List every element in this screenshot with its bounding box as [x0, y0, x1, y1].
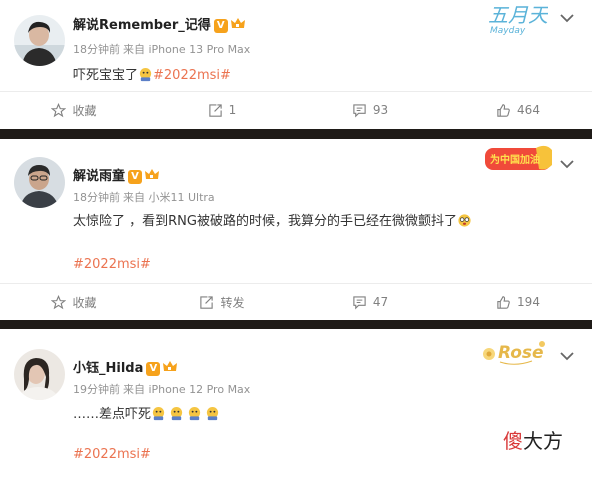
- comment-icon: [353, 295, 366, 309]
- username-text[interactable]: 小钰_Hilda: [73, 361, 143, 376]
- separator: [0, 320, 592, 329]
- like-count: 464: [517, 103, 540, 117]
- post-time[interactable]: 18分钟前: [73, 191, 120, 204]
- chevron-down-icon[interactable]: [560, 13, 574, 23]
- v-verified-icon: V: [128, 170, 143, 184]
- post-2: 解说雨童 V 18分钟前 来自 小米11 Ultra 太惊险了 ，看到RNG被破路的…: [0, 139, 592, 320]
- post-3: 小钰_Hilda V 19分钟前 来自 iPhone 12 Pro Max ……差点…: [0, 329, 592, 477]
- comment-button[interactable]: 93: [296, 92, 444, 128]
- cry-emoji-icon: [152, 406, 165, 421]
- svg-text:五月天: 五月天: [488, 3, 548, 27]
- post-text: ……差点吓死: [73, 403, 220, 422]
- post-source: 来自 iPhone 13 Pro Max: [123, 43, 251, 56]
- post-meta: 18分钟前 来自 小米11 Ultra: [73, 189, 215, 205]
- svg-text:为中国加油: 为中国加油: [490, 153, 540, 166]
- post-time[interactable]: 18分钟前: [73, 43, 120, 56]
- like-count: 194: [517, 295, 540, 309]
- cry-emoji-icon: [206, 406, 219, 421]
- like-icon: [497, 295, 510, 309]
- username-text[interactable]: 解说雨童: [73, 169, 125, 184]
- chevron-down-icon[interactable]: [560, 351, 574, 361]
- v-verified-icon: V: [213, 19, 228, 33]
- watermark-part2: 大方: [523, 429, 563, 453]
- username-text[interactable]: 解说Remember_记得: [73, 18, 211, 33]
- hashtag[interactable]: #2022msi#: [73, 257, 151, 272]
- post-text: 吓死宝宝了 #2022msi#: [73, 64, 231, 83]
- like-button[interactable]: 194: [444, 284, 592, 320]
- vip-crown-icon: [145, 169, 160, 179]
- post-text-body: ……差点吓死: [73, 407, 152, 422]
- post-meta: 19分钟前 来自 iPhone 12 Pro Max: [73, 381, 250, 397]
- avatar[interactable]: [14, 157, 65, 208]
- cry-emoji-icon: [188, 406, 201, 421]
- avatar[interactable]: [14, 15, 65, 66]
- repost-button[interactable]: 1: [148, 92, 296, 128]
- username[interactable]: 解说Remember_记得 V: [73, 14, 246, 33]
- comment-count: 93: [372, 103, 389, 117]
- svg-text:Rose: Rose: [498, 343, 544, 363]
- repost-icon: [200, 295, 214, 309]
- mayday-decoration-icon: 五月天 Mayday: [488, 3, 548, 36]
- hashtag[interactable]: #2022msi#: [153, 68, 231, 83]
- watermark-part1: 傻: [503, 429, 523, 453]
- favorite-button[interactable]: 收藏: [0, 284, 148, 320]
- shocked-emoji-icon: [458, 214, 471, 227]
- post-text-body: 吓死宝宝了: [73, 68, 139, 83]
- star-icon: [51, 294, 67, 309]
- rose-decoration-icon: Rose: [483, 341, 545, 365]
- comment-icon: [353, 103, 366, 117]
- post-source: 来自 iPhone 12 Pro Max: [123, 383, 251, 396]
- cheer-china-decoration-icon: 为中国加油: [485, 145, 552, 170]
- repost-count: 1: [228, 103, 237, 117]
- hashtag[interactable]: #2022msi#: [73, 447, 151, 462]
- star-icon: [51, 102, 67, 117]
- action-bar: 收藏 1 93 464: [0, 91, 592, 127]
- favorite-label: 收藏: [72, 295, 97, 310]
- username[interactable]: 解说雨童 V: [73, 165, 160, 184]
- watermark: 傻大方: [503, 425, 563, 454]
- avatar[interactable]: [14, 349, 65, 400]
- vip-crown-icon: [230, 18, 245, 28]
- repost-label: 转发: [220, 295, 245, 310]
- svg-text:Mayday: Mayday: [490, 26, 526, 36]
- post-1: 解说Remember_记得 V 18分钟前 来自 iPhone 13 Pro Max…: [0, 0, 592, 129]
- post-meta: 18分钟前 来自 iPhone 13 Pro Max: [73, 41, 250, 57]
- comment-button[interactable]: 47: [296, 284, 444, 320]
- cry-emoji-icon: [170, 406, 183, 421]
- repost-icon: [208, 103, 222, 117]
- post-text: 太惊险了 ，看到RNG被破路的时候，我算分的手已经在微微颤抖了: [73, 210, 472, 229]
- post-text-body: 太惊险了 ，看到RNG被破路的时候，我算分的手已经在微微颤抖了: [73, 214, 457, 229]
- action-bar: 收藏 转发 47 194: [0, 283, 592, 319]
- post-source: 来自 小米11 Ultra: [123, 191, 215, 204]
- like-icon: [497, 103, 510, 117]
- chevron-down-icon[interactable]: [560, 159, 574, 169]
- repost-button[interactable]: 转发: [148, 284, 296, 320]
- vip-crown-icon: [163, 361, 178, 371]
- favorite-label: 收藏: [72, 103, 97, 118]
- post-time[interactable]: 19分钟前: [73, 383, 120, 396]
- comment-count: 47: [372, 295, 389, 309]
- like-button[interactable]: 464: [444, 92, 592, 128]
- cry-emoji-icon: [139, 67, 152, 82]
- favorite-button[interactable]: 收藏: [0, 92, 148, 128]
- separator: [0, 129, 592, 139]
- v-verified-icon: V: [146, 362, 161, 376]
- username[interactable]: 小钰_Hilda V: [73, 357, 178, 376]
